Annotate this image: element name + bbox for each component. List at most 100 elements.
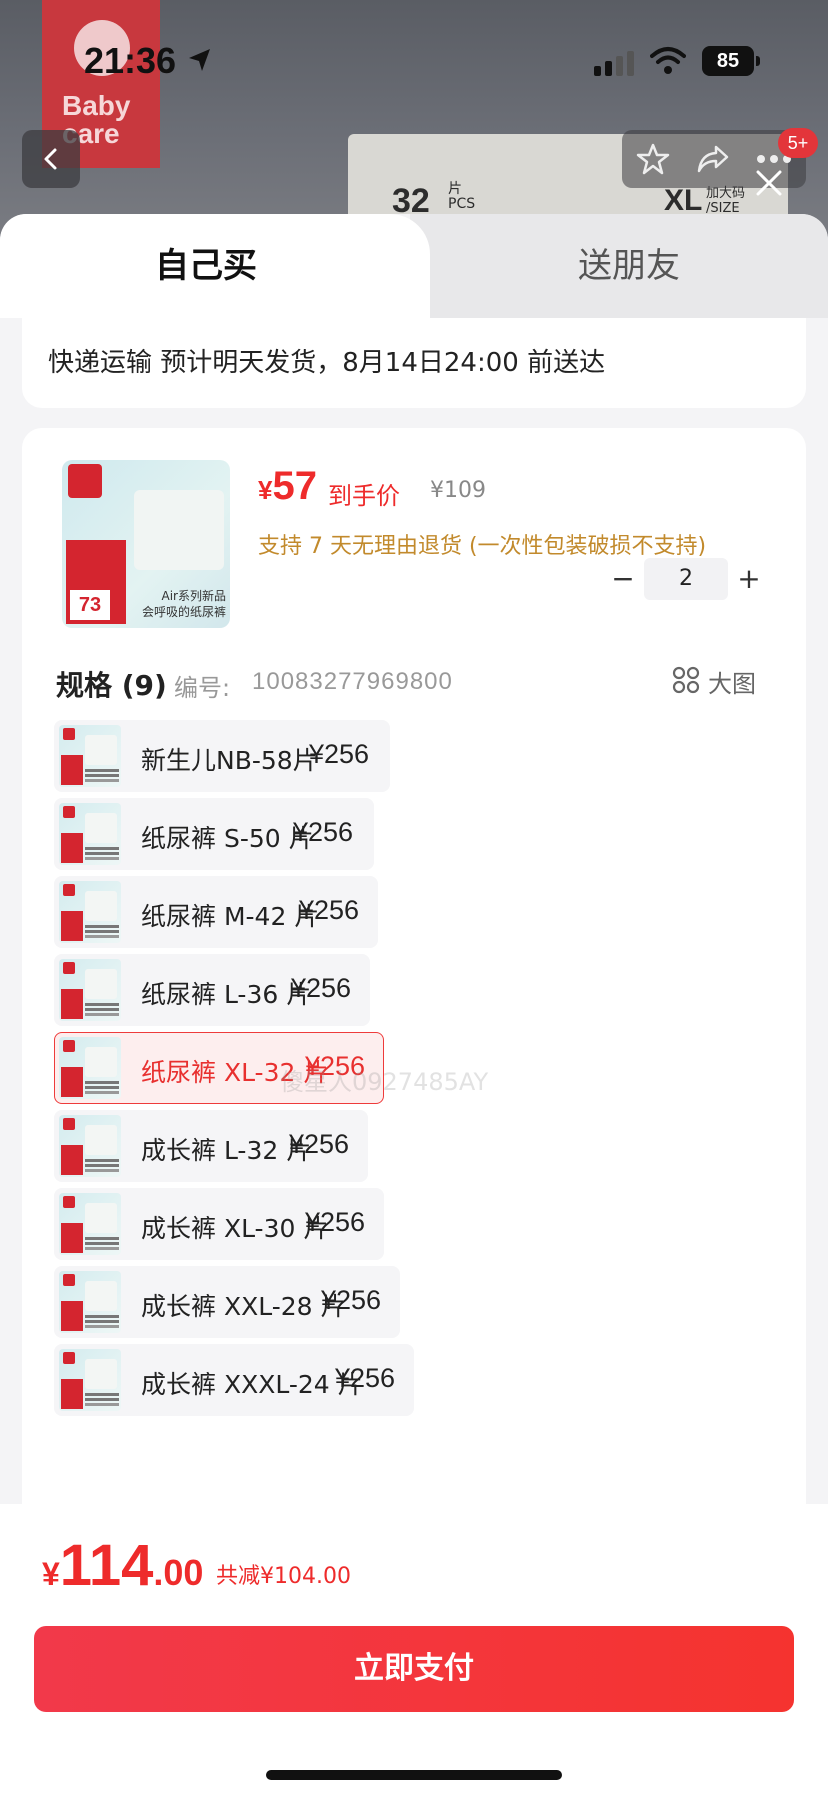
home-indicator (266, 1770, 562, 1780)
thumbnail-detail (61, 1067, 83, 1097)
status-time: 21:36 (84, 40, 177, 81)
thumbnail-detail (85, 1081, 119, 1084)
thumbnail-detail (85, 1003, 119, 1006)
watermark: 傻星人0927485AY (280, 1068, 489, 1096)
final-price-label: 到手价 (328, 482, 400, 510)
delivery-info: 快递运输 预计明天发货，8月14日24:00 前送达 (22, 318, 806, 408)
spec-option[interactable]: 成长裤 XL-30 片 ¥256 (54, 1188, 384, 1260)
thumbnail-detail (85, 847, 119, 850)
spec-thumbnail (59, 1115, 121, 1177)
spec-option[interactable]: 成长裤 L-32 片 ¥256 (54, 1110, 368, 1182)
quantity-decrement-button[interactable]: − (606, 562, 640, 596)
product-image[interactable]: 73 Air系列新品 会呼吸的纸尿裤 (62, 460, 230, 628)
spec-option-name: 新生儿NB-58片 (141, 746, 318, 775)
thumbnail-detail (85, 925, 119, 928)
thumbnail-detail (61, 1379, 83, 1409)
tab-buy-for-self[interactable]: 自己买 (0, 214, 412, 318)
spec-thumbnail (59, 959, 121, 1021)
spec-option-name: 成长裤 L-32 片 (141, 1136, 312, 1165)
pay-now-button[interactable]: 立即支付 (34, 1626, 794, 1712)
spec-option-name: 成长裤 XXXL-24 片 (141, 1370, 363, 1399)
thumbnail-detail (63, 962, 75, 974)
original-price: ¥109 (430, 478, 486, 503)
thumbnail-detail (85, 1393, 119, 1396)
share-icon[interactable] (696, 142, 730, 176)
pack-unit-cn: 片 (448, 181, 462, 197)
price-currency: ¥ (258, 475, 273, 505)
spec-thumbnail (59, 1271, 121, 1333)
spec-option-price: ¥256 (321, 1285, 382, 1315)
thumbnail-detail (63, 1274, 75, 1286)
spec-option[interactable]: 纸尿裤 S-50 片 ¥256 (54, 798, 374, 870)
battery-indicator: 85 (702, 46, 760, 76)
checkout-bar: ¥114.00 共减¥104.00 立即支付 (0, 1504, 828, 1796)
thumbnail-detail (85, 1281, 117, 1311)
spec-option-price: ¥256 (293, 817, 354, 847)
delivery-text: 快递运输 预计明天发货，8月14日24:00 前送达 (48, 348, 606, 378)
cellular-signal-icon (594, 51, 634, 76)
thumbnail-detail (85, 969, 117, 999)
product-image-caption-line1: Air系列新品 (161, 589, 226, 603)
spec-option-price: ¥256 (305, 1207, 366, 1237)
spec-option-name: 纸尿裤 L-36 片 (141, 980, 312, 1009)
tab-gift-to-friend[interactable]: 送朋友 (430, 214, 828, 318)
return-policy: 支持 7 天无理由退货 (一次性包装破损不支持) (258, 534, 707, 559)
thumbnail-detail (63, 1040, 75, 1052)
pack-size: XL (664, 184, 703, 217)
thumbnail-detail (63, 1118, 75, 1130)
quantity-input[interactable]: 2 (644, 558, 728, 600)
product-image-caption-line2: 会呼吸的纸尿裤 (141, 605, 226, 619)
big-picture-label: 大图 (708, 670, 756, 698)
star-icon[interactable] (636, 142, 670, 176)
spec-code: 10083277969800 (252, 668, 453, 695)
thumbnail-detail (61, 755, 83, 785)
grid-icon (672, 666, 700, 694)
spec-thumbnail (59, 725, 121, 787)
total-decimal: .00 (153, 1552, 204, 1593)
location-arrow-icon (189, 49, 210, 71)
total-currency: ¥ (42, 1556, 60, 1592)
brand-logo-mark (68, 464, 102, 498)
thumbnail-detail (61, 833, 83, 863)
total-discount: 共减¥104.00 (216, 1564, 351, 1589)
total-price: ¥114.00 (42, 1532, 203, 1599)
spec-option[interactable]: 新生儿NB-58片 ¥256 (54, 720, 390, 792)
thumbnail-detail (85, 769, 119, 772)
thumbnail-detail (85, 1237, 119, 1240)
thumbnail-detail (61, 1301, 83, 1331)
purchase-tabs: 自己买 送朋友 (0, 214, 828, 318)
quantity-increment-button[interactable]: + (732, 562, 766, 596)
thumbnail-detail (63, 884, 75, 896)
spec-option[interactable]: 成长裤 XXXL-24 片 ¥256 (54, 1344, 414, 1416)
spec-option-name: 成长裤 XL-30 片 (141, 1214, 329, 1243)
spec-thumbnail (59, 881, 121, 943)
spec-thumbnail (59, 803, 121, 865)
price-value: 57 (272, 464, 317, 508)
thumbnail-detail (63, 806, 75, 818)
notification-badge: 5+ (778, 128, 818, 158)
chevron-left-icon (44, 148, 57, 170)
spec-option-price: ¥256 (299, 895, 360, 925)
thumbnail-detail (63, 1196, 75, 1208)
close-icon[interactable] (754, 168, 784, 198)
spec-thumbnail (59, 1193, 121, 1255)
pack-image (134, 490, 224, 570)
spec-option[interactable]: 成长裤 XXL-28 片 ¥256 (54, 1266, 400, 1338)
spec-option[interactable]: 纸尿裤 M-42 片 ¥256 (54, 876, 378, 948)
spec-option[interactable]: 纸尿裤 L-36 片 ¥256 (54, 954, 370, 1026)
thumbnail-detail (85, 1359, 117, 1389)
thumbnail-detail (85, 891, 117, 921)
spec-option-name: 纸尿裤 M-42 片 (141, 902, 320, 931)
back-button[interactable] (22, 130, 80, 188)
spec-thumbnail (59, 1037, 121, 1099)
thumbnail-detail (85, 1315, 119, 1318)
thumbnail-detail (63, 1352, 75, 1364)
product-page-background: Baby care 32 片 PCS XL 加大码 /SIZE (0, 0, 828, 240)
thumbnail-detail (85, 1125, 117, 1155)
total-integer: 114 (59, 1533, 154, 1598)
spec-option-name: 纸尿裤 S-50 片 (141, 824, 314, 853)
wifi-icon (650, 47, 686, 74)
spec-title: 规格 (9) (56, 669, 167, 702)
pack-unit-en: PCS (448, 196, 476, 212)
spec-option-price: ¥256 (309, 739, 370, 769)
